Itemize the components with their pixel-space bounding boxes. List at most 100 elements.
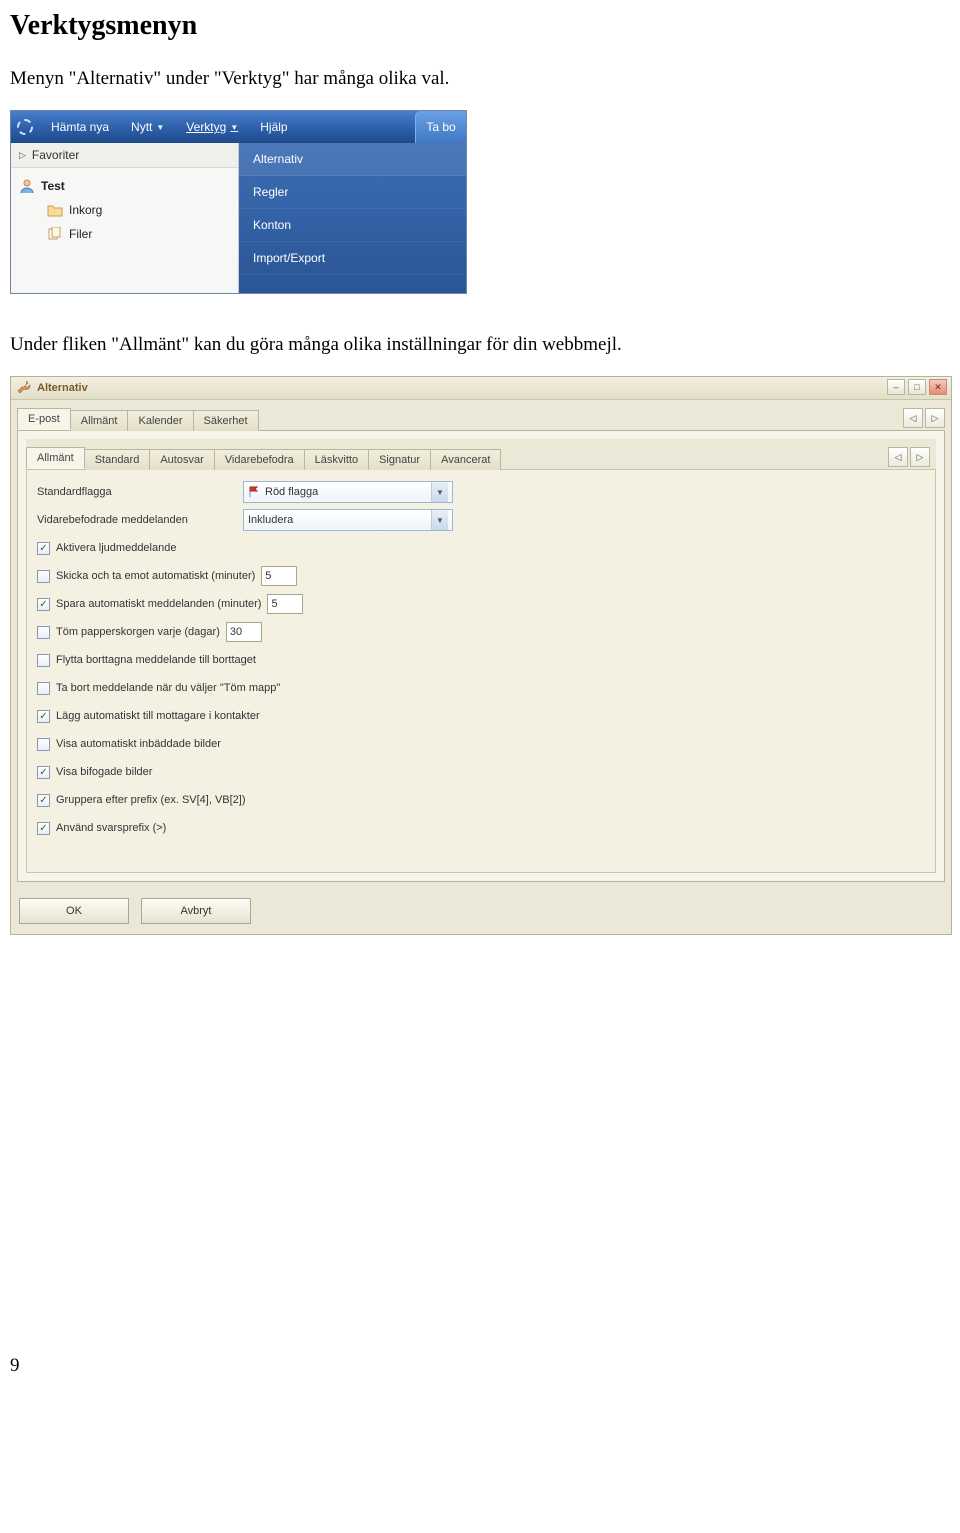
- option-label: Lägg automatiskt till mottagare i kontak…: [56, 710, 260, 722]
- wrench-icon: [17, 380, 31, 397]
- intro-text-1: Menyn "Alternativ" under "Verktyg" har m…: [10, 68, 950, 90]
- files-icon: [47, 226, 63, 242]
- maximize-button[interactable]: □: [908, 379, 926, 395]
- option-label: Visa automatiskt inbäddade bilder: [56, 738, 221, 750]
- top-tab-säkerhet[interactable]: Säkerhet: [193, 410, 259, 431]
- toolbar-hjalp[interactable]: Hjälp: [256, 116, 291, 138]
- option-label: Aktivera ljudmeddelande: [56, 542, 176, 554]
- option-row: ✓Visa bifogade bilder: [35, 758, 927, 786]
- close-button[interactable]: ✕: [929, 379, 947, 395]
- toolbar-nytt-label: Nytt: [131, 120, 152, 134]
- toolbar-hamta-nya[interactable]: Hämta nya: [47, 116, 113, 138]
- scroll-left-button[interactable]: ◁: [888, 447, 908, 467]
- checkbox[interactable]: ✓: [37, 710, 50, 723]
- sub-tabstrip: AllmäntStandardAutosvarVidarebefodraLäsk…: [26, 439, 936, 469]
- checkbox[interactable]: [37, 626, 50, 639]
- number-input[interactable]: 5: [267, 594, 303, 614]
- tree-item-label: Filer: [69, 227, 92, 241]
- option-label: Skicka och ta emot automatiskt (minuter): [56, 570, 255, 582]
- chevron-down-icon: ▼: [431, 510, 448, 530]
- top-tab-e-post[interactable]: E-post: [17, 408, 71, 430]
- toolbar-nytt[interactable]: Nytt ▼: [127, 116, 168, 138]
- option-label: Ta bort meddelande när du väljer "Töm ma…: [56, 682, 280, 694]
- checkbox[interactable]: ✓: [37, 766, 50, 779]
- checkbox[interactable]: [37, 570, 50, 583]
- toolbar-verktyg-label: Verktyg: [186, 120, 226, 134]
- chevron-down-icon: ▼: [156, 123, 164, 132]
- option-row: ✓ Aktivera ljudmeddelande: [35, 534, 927, 562]
- option-label: Flytta borttagna meddelande till borttag…: [56, 654, 256, 666]
- dialog-title: Alternativ: [37, 382, 88, 394]
- option-row: Flytta borttagna meddelande till borttag…: [35, 646, 927, 674]
- ok-button[interactable]: OK: [19, 898, 129, 924]
- checkbox[interactable]: [37, 738, 50, 751]
- toolbar-right-tab[interactable]: Ta bo: [415, 111, 466, 143]
- menu-konton[interactable]: Konton: [239, 209, 466, 242]
- scroll-right-button[interactable]: ▷: [910, 447, 930, 467]
- option-row: Visa automatiskt inbäddade bilder: [35, 730, 927, 758]
- favorites-header[interactable]: ▷ Favoriter: [11, 143, 238, 168]
- sub-tab-läskvitto[interactable]: Läskvitto: [304, 449, 369, 470]
- option-row: ✓ Lägg automatiskt till mottagare i konta…: [35, 702, 927, 730]
- checkbox[interactable]: [37, 682, 50, 695]
- top-tab-kalender[interactable]: Kalender: [127, 410, 193, 431]
- loading-spinner-icon: [17, 119, 33, 135]
- toolbar-verktyg[interactable]: Verktyg ▼: [182, 116, 242, 138]
- top-tab-allmänt[interactable]: Allmänt: [70, 410, 129, 431]
- select-value: Röd flagga: [265, 486, 318, 498]
- option-row: ✓ Använd svarsprefix (>): [35, 814, 927, 842]
- row-standardflagga: Standardflagga Röd flagga ▼: [35, 478, 927, 506]
- select-value: Inkludera: [248, 514, 293, 526]
- option-row: Töm papperskorgen varje (dagar) 30: [35, 618, 927, 646]
- chevron-down-icon: ▼: [230, 123, 238, 132]
- chevron-down-icon: ▼: [431, 482, 448, 502]
- sub-tab-vidarebefodra[interactable]: Vidarebefodra: [214, 449, 305, 470]
- tree-item-inkorg[interactable]: Inkorg: [17, 198, 232, 222]
- checkbox[interactable]: ✓: [37, 794, 50, 807]
- scroll-left-button[interactable]: ◁: [903, 408, 923, 428]
- sub-tab-standard[interactable]: Standard: [84, 449, 151, 470]
- expand-icon: ▷: [19, 150, 26, 161]
- option-row: ✓ Gruppera efter prefix (ex. SV[4], VB[2]…: [35, 786, 927, 814]
- checkbox[interactable]: ✓: [37, 598, 50, 611]
- checkbox[interactable]: ✓: [37, 822, 50, 835]
- page-title: Verktygsmenyn: [10, 10, 950, 42]
- option-label: Töm papperskorgen varje (dagar): [56, 626, 220, 638]
- sub-tab-allmänt[interactable]: Allmänt: [26, 447, 85, 469]
- app-toolbar: Hämta nya Nytt ▼ Verktyg ▼ Hjälp Ta bo: [11, 111, 466, 143]
- favorites-label: Favoriter: [32, 148, 79, 162]
- cancel-button[interactable]: Avbryt: [141, 898, 251, 924]
- checkbox[interactable]: ✓: [37, 542, 50, 555]
- number-input[interactable]: 30: [226, 622, 262, 642]
- number-input[interactable]: 5: [261, 566, 297, 586]
- row-vidarebefodrade: Vidarebefodrade meddelanden Inkludera ▼: [35, 506, 927, 534]
- minimize-button[interactable]: –: [887, 379, 905, 395]
- label-vidarebefodrade: Vidarebefodrade meddelanden: [37, 514, 237, 526]
- option-row: Ta bort meddelande när du väljer "Töm ma…: [35, 674, 927, 702]
- tree-root-test[interactable]: Test: [17, 174, 232, 198]
- dialog-titlebar: Alternativ – □ ✕: [11, 377, 951, 400]
- verktyg-dropdown-menu: Alternativ Regler Konton Import/Export: [239, 143, 466, 293]
- settings-panel: Standardflagga Röd flagga ▼ Vidarebefodr…: [26, 469, 936, 873]
- label-standardflagga: Standardflagga: [37, 486, 237, 498]
- menu-import-export[interactable]: Import/Export: [239, 242, 466, 275]
- select-standardflagga[interactable]: Röd flagga ▼: [243, 481, 453, 503]
- page-number: 9: [10, 1355, 950, 1377]
- intro-text-2: Under fliken "Allmänt" kan du göra många…: [10, 334, 950, 356]
- tree-root-label: Test: [41, 179, 65, 193]
- menu-regler[interactable]: Regler: [239, 176, 466, 209]
- screenshot-toolbar-menu: Hämta nya Nytt ▼ Verktyg ▼ Hjälp Ta bo ▷…: [10, 110, 467, 294]
- option-label: Gruppera efter prefix (ex. SV[4], VB[2]): [56, 794, 246, 806]
- checkbox[interactable]: [37, 654, 50, 667]
- option-label: Använd svarsprefix (>): [56, 822, 166, 834]
- screenshot-alternativ-dialog: Alternativ – □ ✕ E-postAllmäntKalenderSä…: [10, 376, 952, 935]
- menu-alternativ[interactable]: Alternativ: [239, 143, 466, 176]
- tree-item-filer[interactable]: Filer: [17, 222, 232, 246]
- scroll-right-button[interactable]: ▷: [925, 408, 945, 428]
- sub-tab-avancerat[interactable]: Avancerat: [430, 449, 501, 470]
- option-label: Spara automatiskt meddelanden (minuter): [56, 598, 261, 610]
- sub-tab-signatur[interactable]: Signatur: [368, 449, 431, 470]
- select-vidarebefodrade[interactable]: Inkludera ▼: [243, 509, 453, 531]
- option-row: Skicka och ta emot automatiskt (minuter)…: [35, 562, 927, 590]
- sub-tab-autosvar[interactable]: Autosvar: [149, 449, 214, 470]
